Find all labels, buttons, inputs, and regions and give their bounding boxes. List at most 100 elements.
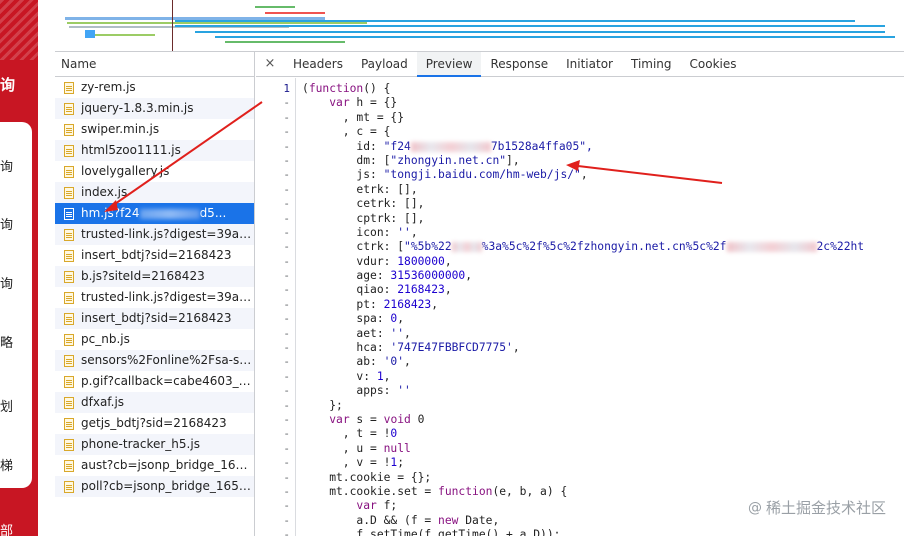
line-number: - [283,168,290,182]
code-line: etrk: [], [302,182,418,196]
line-number: - [283,211,290,225]
network-timeline-overview[interactable] [55,0,904,52]
line-number: - [283,499,290,513]
close-icon[interactable]: × [256,52,284,76]
redacted-text [139,208,200,219]
request-name-suffix: d5... [199,206,227,220]
site-menu-item[interactable]: 询 [0,214,18,233]
code-fragment: 7b1528a4ffa05", [490,139,593,153]
line-number: - [283,225,290,239]
line-number: - [283,355,290,369]
js-file-icon [64,375,74,388]
code-line: , c = { [302,125,391,139]
line-number: - [283,456,290,470]
js-file-icon [64,144,74,157]
timeline-bar [255,6,295,8]
site-menu-item[interactable]: 略 [0,332,18,351]
name-column-header[interactable]: Name [55,52,254,77]
detail-tabbar: × Headers Payload Preview Response Initiator… [256,52,904,77]
site-menu-item[interactable]: 划 [0,396,18,415]
request-row[interactable]: sensors%2Fonline%2Fsa-sdk-j... [55,350,254,371]
js-file-icon [64,186,74,199]
js-file-icon [64,438,74,451]
code-line: , u = null [302,441,411,455]
site-menu-item[interactable]: 梯 [0,455,18,474]
code-line: vdur: 1800000, [302,254,452,268]
request-row[interactable]: phone-tracker_h5.js [55,434,254,455]
request-name: hm.js?f24 [81,206,140,220]
request-row[interactable]: trusted-link.js?digest=39a7ce... [55,224,254,245]
code-line: }; [302,398,343,412]
code-line: cptrk: [], [302,211,425,225]
line-number: - [283,197,290,211]
timeline-bar [95,34,155,36]
code-content: (function() { var h = {} , mt = {} , c =… [302,82,904,536]
line-number: - [283,384,290,398]
tab-preview[interactable]: Preview [416,52,482,77]
request-row[interactable]: getjs_bdtj?sid=2168423 [55,413,254,434]
request-row[interactable]: trusted-link.js?digest=39a7ce... [55,287,254,308]
js-file-icon [64,207,74,220]
request-row[interactable]: insert_bdtj?sid=2168423 [55,308,254,329]
code-line: spa: 0, [302,312,405,326]
juejin-icon: @ [747,499,762,516]
line-number: - [283,484,290,498]
tab-initiator[interactable]: Initiator [557,52,622,76]
tab-timing[interactable]: Timing [622,52,681,76]
timeline-bar [67,22,367,24]
request-rows: zy-rem.js jquery-1.8.3.min.js swiper.min.j… [55,77,254,497]
request-row[interactable]: dfxaf.js [55,392,254,413]
request-row[interactable]: poll?cb=jsonp_bridge_165383... [55,476,254,497]
request-row[interactable]: html5zoo1111.js [55,140,254,161]
code-line: (function() { [302,82,391,95]
line-number: - [283,470,290,484]
request-row[interactable]: pc_nb.js [55,329,254,350]
request-row[interactable]: index.js [55,182,254,203]
line-number: - [283,269,290,283]
js-file-icon [64,417,74,430]
code-fragment: %3a%5c%2f%5c%2fzhongyin.net.cn%5c%2f [481,240,727,254]
tab-payload[interactable]: Payload [352,52,417,76]
request-detail-pane: × Headers Payload Preview Response Initiator… [256,52,904,536]
preview-code-viewer[interactable]: 1------------------------------- (functi… [256,78,904,536]
request-row[interactable]: jquery-1.8.3.min.js [55,98,254,119]
line-number: - [283,125,290,139]
request-row[interactable]: aust?cb=jsonp_bridge_16538... [55,455,254,476]
request-name: swiper.min.js [81,122,160,136]
request-row[interactable]: zy-rem.js [55,77,254,98]
tab-cookies[interactable]: Cookies [681,52,746,76]
line-number: - [283,441,290,455]
tab-headers[interactable]: Headers [284,52,352,76]
line-number: - [283,326,290,340]
code-line: var s = void 0 [329,412,425,426]
line-number: - [283,182,290,196]
line-number: - [283,283,290,297]
timeline-bar [195,31,885,33]
line-number: - [283,139,290,153]
timeline-bar [225,41,345,43]
code-line: apps: '' [302,384,411,398]
site-menu-item[interactable]: 询 [0,273,18,292]
selected-request-row[interactable]: hm.js?f24 d5... [55,203,254,224]
code-line: pt: 2168423, [302,297,439,311]
detail-tabs: Headers Payload Preview Response Initiator Ti… [284,52,746,77]
request-row[interactable]: insert_bdtj?sid=2168423 [55,245,254,266]
line-number: - [283,110,290,124]
request-name: dfxaf.js [81,395,125,409]
tab-response[interactable]: Response [481,52,557,76]
request-name: html5zoo1111.js [81,143,181,157]
request-name: sensors%2Fonline%2Fsa-sdk-j... [81,353,254,367]
request-row[interactable]: p.gif?callback=cabe4603_598... [55,371,254,392]
site-menu-item[interactable]: 询 [0,156,18,175]
line-number: - [283,412,290,426]
code-line: var h = {} [329,96,398,110]
code-line: cetrk: [], [302,197,425,211]
request-name: poll?cb=jsonp_bridge_165383... [81,479,254,493]
request-row[interactable]: b.js?siteId=2168423 [55,266,254,287]
request-row[interactable]: swiper.min.js [55,119,254,140]
request-row[interactable]: lovelygallery.js [55,161,254,182]
request-name: insert_bdtj?sid=2168423 [81,311,232,325]
line-number: 1 [283,82,290,95]
code-line: js: "tongji.baidu.com/hm-web/js/", [302,168,588,182]
line-number: - [283,369,290,383]
